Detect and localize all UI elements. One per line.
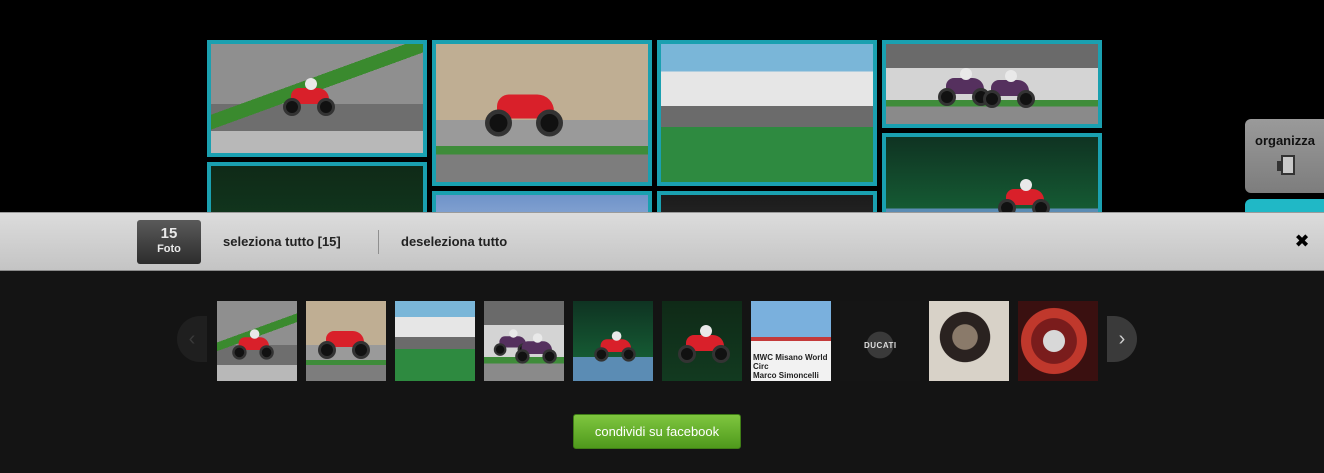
gallery-photo[interactable] — [657, 40, 877, 186]
close-icon[interactable]: ✖ — [1292, 230, 1312, 252]
photo-gallery — [0, 0, 1324, 212]
thumbnail[interactable] — [395, 301, 475, 381]
gallery-photo[interactable] — [432, 40, 652, 186]
motorcycle-image — [514, 333, 559, 364]
share-panel: ‹ MWC Misano World Circ Marco Simoncelli… — [0, 271, 1324, 473]
photo-image — [211, 166, 423, 212]
toolbar-divider — [378, 230, 379, 254]
banner-subtitle: Marco Simoncelli — [753, 371, 819, 380]
photo-image — [436, 195, 648, 212]
thumbnail[interactable] — [306, 301, 386, 381]
photo-image — [886, 137, 1098, 212]
thumbnail[interactable]: MWC Misano World Circ Marco Simoncelli — [751, 301, 831, 381]
gallery-photo[interactable] — [882, 40, 1102, 128]
motorcycle-image — [593, 331, 638, 362]
organize-label: organizza — [1255, 133, 1315, 148]
motorcycle-image — [316, 327, 372, 359]
thumbnail[interactable] — [1018, 301, 1098, 381]
motorcycle-image — [981, 70, 1037, 108]
photo-image — [661, 44, 873, 182]
thumbnail[interactable] — [484, 301, 564, 381]
photo-count-badge: 15 Foto — [137, 220, 201, 264]
carousel-prev-button[interactable]: ‹ — [177, 316, 207, 362]
thumbnail[interactable] — [217, 301, 297, 381]
thumbnail[interactable]: DUCATI — [840, 301, 920, 381]
gallery-photo[interactable] — [207, 162, 427, 212]
thumbnail[interactable] — [929, 301, 1009, 381]
photo-count-label: Foto — [157, 243, 181, 255]
thumbnail-image — [929, 301, 1009, 381]
share-facebook-button[interactable]: condividi su facebook — [573, 414, 741, 449]
thumbnail-image — [1018, 301, 1098, 381]
motorcycle-image — [482, 89, 566, 137]
banner-title: MWC Misano World Circ — [753, 353, 828, 371]
photo-image — [661, 195, 873, 212]
motorcycle-image — [676, 325, 732, 363]
gallery-photo[interactable] — [657, 191, 877, 212]
thumbnail[interactable] — [573, 301, 653, 381]
motorcycle-image — [996, 179, 1052, 212]
deselect-all-link[interactable]: deseleziona tutto — [401, 234, 507, 249]
organize-icon — [1277, 155, 1295, 175]
gallery-photo[interactable] — [882, 133, 1102, 212]
engine-logo-text: DUCATI — [864, 341, 897, 350]
photo-count-number: 15 — [160, 225, 178, 242]
banner-text: MWC Misano World Circ Marco Simoncelli — [753, 353, 829, 380]
motorcycle-image — [281, 78, 337, 116]
motorcycle-image — [231, 329, 276, 360]
gallery-photo[interactable] — [432, 191, 652, 212]
thumbnail[interactable] — [662, 301, 742, 381]
selection-toolbar: 15 Foto seleziona tutto [15] deseleziona… — [0, 212, 1324, 271]
organize-button[interactable]: organizza — [1245, 119, 1324, 193]
carousel-next-button[interactable]: › — [1107, 316, 1137, 362]
gallery-photo[interactable] — [207, 40, 427, 157]
thumbnail-image — [395, 301, 475, 381]
select-all-link[interactable]: seleziona tutto [15] — [223, 234, 341, 249]
